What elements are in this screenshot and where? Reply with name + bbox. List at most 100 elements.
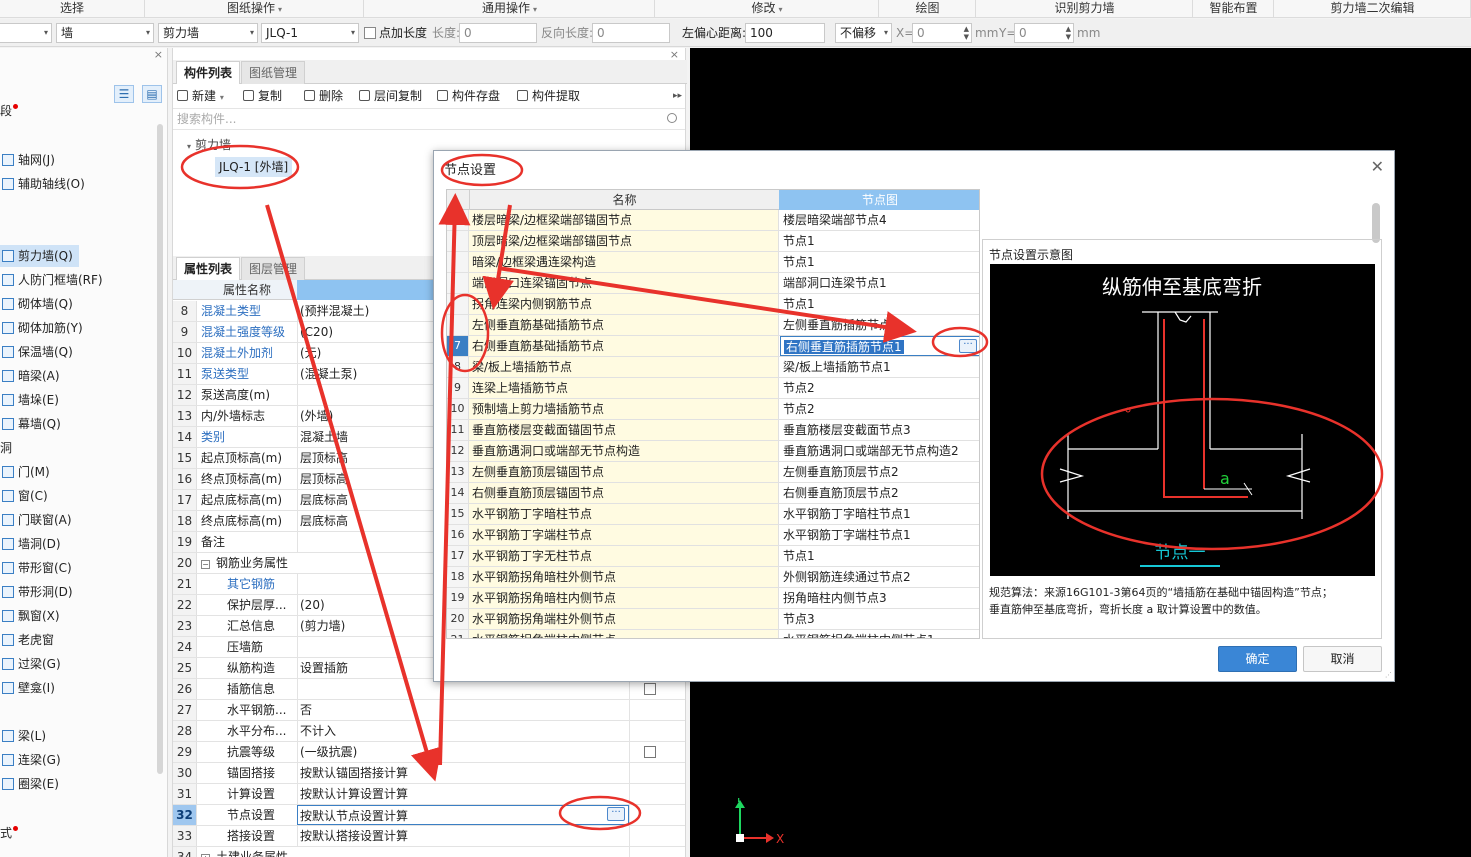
nav-item[interactable]: 门联窗(A) [0, 509, 72, 531]
scrollbar[interactable] [157, 124, 163, 774]
ribbon-group[interactable]: 绘图 [880, 0, 976, 18]
component-select[interactable]: JLQ-1 ▾ [261, 23, 359, 43]
property-row[interactable]: 33 搭接设置 按默认搭接设置计算 [173, 826, 685, 847]
nav-item[interactable]: 圈梁(E) [0, 773, 59, 795]
x-input[interactable]: 0 ▲ ▼ [912, 23, 972, 43]
property-value[interactable]: 按默认锚固搭接计算 [297, 763, 629, 783]
node-row[interactable]: 13 左侧垂直筋顶层锚固节点 左侧垂直筋顶层节点2 [447, 462, 979, 483]
node-row[interactable]: 8 梁/板上墙插筋节点 梁/板上墙插筋节点1 [447, 357, 979, 378]
add-length-checkbox[interactable]: 点加长度 [364, 23, 427, 43]
component-search-input[interactable]: 搜索构件... [173, 108, 685, 130]
property-row[interactable]: 30 锚固搭接 按默认锚固搭接计算 [173, 763, 685, 784]
node-value[interactable]: 水平钢筋丁字暗柱节点1 [780, 504, 979, 524]
node-row[interactable]: 拐角连梁内侧钢筋节点 节点1 [447, 294, 979, 315]
tree-node-jlq-1[interactable]: JLQ-1 [外墙] [215, 157, 293, 177]
property-value[interactable]: (一级抗震) [297, 742, 629, 762]
nav-section[interactable]: 洞 [0, 437, 12, 459]
new-button[interactable]: 新建 ▾ [177, 87, 224, 105]
tab-component-list[interactable]: 构件列表 [176, 61, 241, 84]
node-value[interactable]: 外侧钢筋连续通过节点2 [780, 567, 979, 587]
node-row[interactable]: 9 连梁上墙插筋节点 节点2 [447, 378, 979, 399]
save-component-button[interactable]: 构件存盘 [437, 87, 500, 105]
property-row[interactable]: 27 水平钢筋... 否 [173, 700, 685, 721]
node-value[interactable]: 水平钢筋拐角端柱内侧节点1 [780, 630, 979, 638]
checkbox-icon[interactable] [644, 746, 656, 758]
ellipsis-button[interactable]: ··· [607, 807, 625, 821]
nav-item[interactable]: 带形窗(C) [0, 557, 72, 579]
node-value[interactable]: 右侧垂直筋顶层节点2 [780, 483, 979, 503]
node-value[interactable]: 节点1 [780, 294, 979, 314]
nav-item[interactable]: 带形洞(D) [0, 581, 73, 603]
node-row[interactable]: 18 水平钢筋拐角暗柱外侧节点 外侧钢筋连续通过节点2 [447, 567, 979, 588]
close-icon[interactable]: ✕ [1371, 157, 1384, 176]
ok-button[interactable]: 确定 [1218, 646, 1297, 672]
nav-item[interactable]: 过梁(G) [0, 653, 61, 675]
ribbon-group[interactable]: 识别剪力墙 [977, 0, 1193, 18]
node-value[interactable]: 节点3 [780, 609, 979, 629]
nav-item[interactable]: 幕墙(Q) [0, 413, 61, 435]
copy-button[interactable]: 复制 [243, 87, 282, 105]
nav-item[interactable]: 砌体加筋(Y) [0, 317, 83, 339]
node-value[interactable]: 节点1 [780, 231, 979, 251]
extract-component-button[interactable]: 构件提取 [517, 87, 580, 105]
nav-item[interactable]: 窗(C) [0, 485, 48, 507]
more-icon[interactable]: ▸▸ [673, 87, 682, 105]
node-row[interactable]: 15 水平钢筋丁字暗柱节点 水平钢筋丁字暗柱节点1 [447, 504, 979, 525]
reverse-length-input[interactable]: 0 [592, 23, 670, 43]
nav-section[interactable]: 段 [0, 100, 19, 122]
property-row[interactable]: 32 节点设置 按默认节点设置计算 ··· [173, 805, 685, 826]
tab-layer-management[interactable]: 图层管理 [241, 257, 306, 280]
property-value[interactable]: 不计入 [297, 721, 629, 741]
node-value[interactable]: 梁/板上墙插筋节点1 [780, 357, 979, 377]
cancel-button[interactable]: 取消 [1303, 646, 1382, 672]
node-row[interactable]: 楼层暗梁/边框梁端部锚固节点 楼层暗梁端部节点4 [447, 210, 979, 231]
floor-copy-button[interactable]: 层间复制 [359, 87, 422, 105]
nav-item[interactable]: 飘窗(X) [0, 605, 60, 627]
spinner-icon[interactable]: ▲ ▼ [964, 25, 969, 41]
nav-section[interactable]: 式 [0, 822, 19, 844]
property-value[interactable]: 按默认搭接设置计算 [297, 826, 629, 846]
nav-item[interactable]: 梁(L) [0, 725, 46, 747]
node-row[interactable]: 7 右侧垂直筋基础插筋节点 右侧垂直筋插筋节点1 ··· [447, 336, 979, 357]
node-row[interactable]: 端部洞口连梁锚固节点 端部洞口连梁节点1 [447, 273, 979, 294]
property-value[interactable] [297, 679, 629, 699]
chevron-down-icon[interactable]: ▾ [187, 142, 191, 151]
ellipsis-button[interactable]: ··· [959, 339, 977, 353]
node-value[interactable]: 左侧垂直筋插筋节点1 [780, 315, 979, 335]
detail-view-icon[interactable]: ▤ [142, 85, 162, 103]
type-select[interactable]: 剪力墙 ▾ [158, 23, 258, 43]
expand-icon[interactable]: − [201, 560, 210, 569]
tab-property-list[interactable]: 属性列表 [176, 257, 241, 280]
node-row[interactable]: 11 垂直筋楼层变截面锚固节点 垂直筋楼层变截面节点3 [447, 420, 979, 441]
ribbon-group[interactable]: 通用操作 ▾ [365, 0, 655, 18]
list-view-icon[interactable]: ☰ [114, 85, 134, 103]
left-offset-input[interactable]: 100 [745, 23, 825, 43]
ribbon-group[interactable]: 选择 [0, 0, 145, 18]
node-value[interactable]: 右侧垂直筋插筋节点1 [780, 336, 979, 356]
node-row[interactable]: 21水平钢筋拐角端柱内侧节点水平钢筋拐角端柱内侧节点1 [447, 630, 979, 638]
node-row[interactable]: 17 水平钢筋丁字无柱节点 节点1 [447, 546, 979, 567]
node-row[interactable]: 暗梁/边框梁遇连梁构造 节点1 [447, 252, 979, 273]
length-input[interactable]: 0 [459, 23, 537, 43]
tree-root[interactable]: ▾ 剪力墙 [187, 136, 231, 153]
ribbon-group[interactable]: 智能布置 [1194, 0, 1274, 18]
scrollbar[interactable] [1372, 203, 1380, 243]
node-value[interactable]: 节点1 [780, 546, 979, 566]
node-value[interactable]: 拐角暗柱内侧节点3 [780, 588, 979, 608]
nav-item[interactable]: 壁龛(I) [0, 677, 55, 699]
spinner-icon[interactable]: ▲ ▼ [1066, 25, 1071, 41]
node-row[interactable]: 10 预制墙上剪力墙插筋节点 节点2 [447, 399, 979, 420]
category-select[interactable]: 墙 ▾ [56, 23, 154, 43]
nav-item[interactable]: 轴网(J) [0, 149, 55, 171]
ribbon-group[interactable]: 图纸操作 ▾ [146, 0, 364, 18]
nav-item[interactable]: 剪力墙(Q) [0, 245, 79, 267]
property-value[interactable]: 按默认计算设置计算 [297, 784, 629, 804]
property-value[interactable]: 否 [297, 700, 629, 720]
node-row[interactable]: 16 水平钢筋丁字端柱节点 水平钢筋丁字端柱节点1 [447, 525, 979, 546]
nav-item[interactable]: 老虎窗 [0, 629, 54, 651]
y-input[interactable]: 0 ▲ ▼ [1014, 23, 1074, 43]
property-value[interactable]: 按默认节点设置计算 [297, 805, 629, 825]
node-row[interactable]: 顶层暗梁/边框梁端部锚固节点 节点1 [447, 231, 979, 252]
floor-select[interactable]: ▾ [0, 23, 52, 43]
search-icon[interactable] [667, 113, 677, 123]
